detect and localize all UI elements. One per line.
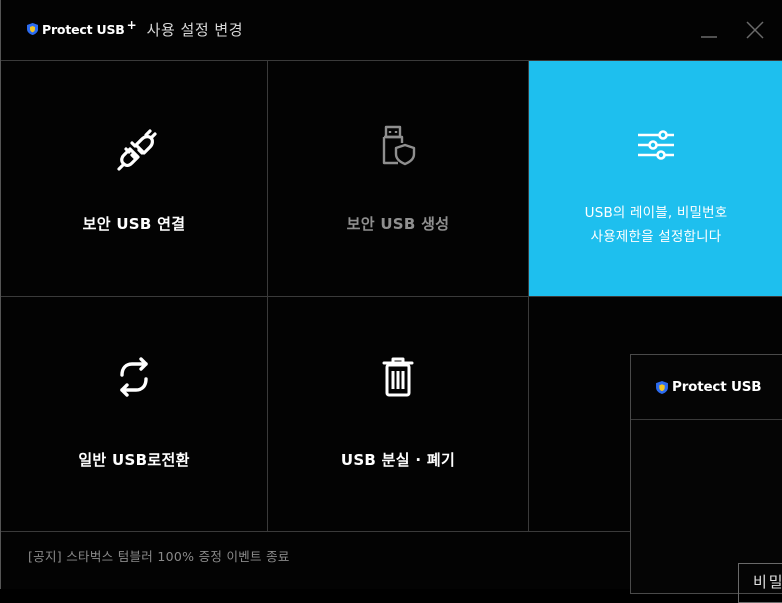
popup-window[interactable]: Protect USB 비밀: [630, 354, 782, 603]
brand-plus: +: [126, 18, 137, 32]
tile-usb-lost-dispose[interactable]: USB 분실 · 폐기: [268, 297, 528, 531]
shield-logo-icon: [27, 23, 38, 35]
popup-title-bar: Protect USB: [656, 379, 762, 395]
usb-shield-icon: [382, 125, 416, 166]
tile-label: 보안 USB 생성: [346, 215, 450, 233]
title-bar[interactable]: Protect USB + 사용 설정 변경: [1, 0, 782, 60]
trash-icon: [382, 357, 414, 397]
notice-text[interactable]: [공지] 스타벅스 텀블러 100% 증정 이벤트 종료: [28, 546, 290, 565]
tile-secure-usb-connect[interactable]: 보안 USB 연결: [1, 61, 267, 296]
tile-convert-normal-usb[interactable]: 일반 USB로전환: [1, 297, 267, 531]
popup-divider: [631, 419, 782, 420]
grid-divider: [1, 531, 630, 532]
tile-label: USB 분실 · 폐기: [340, 451, 456, 469]
tile-description-line1: USB의 레이블, 비밀번호: [584, 205, 728, 221]
tile-description-line2: 사용제한을 설정합니다: [590, 229, 722, 245]
brand-name: Protect USB: [42, 21, 125, 37]
app-logo: Protect USB + 사용 설정 변경: [27, 18, 243, 39]
password-field[interactable]: 비밀: [738, 563, 782, 603]
tile-label: 보안 USB 연결: [82, 215, 186, 233]
popup-brand-name: Protect USB: [672, 379, 762, 395]
minimize-icon[interactable]: [699, 20, 719, 40]
tile-label: 일반 USB로전환: [78, 451, 190, 469]
window-title: 사용 설정 변경: [146, 20, 243, 39]
sliders-icon: [638, 130, 674, 160]
plug-connect-icon: [117, 129, 157, 171]
refresh-icon: [120, 357, 148, 397]
tile-secure-usb-create[interactable]: 보안 USB 생성: [268, 61, 528, 296]
app-window: Protect USB + 사용 설정 변경 보안 USB 연결 보안 USB …: [0, 0, 782, 603]
close-icon[interactable]: [745, 20, 765, 40]
tile-usb-settings[interactable]: USB의 레이블, 비밀번호 사용제한을 설정합니다: [529, 61, 782, 296]
shield-logo-icon: [656, 380, 668, 394]
